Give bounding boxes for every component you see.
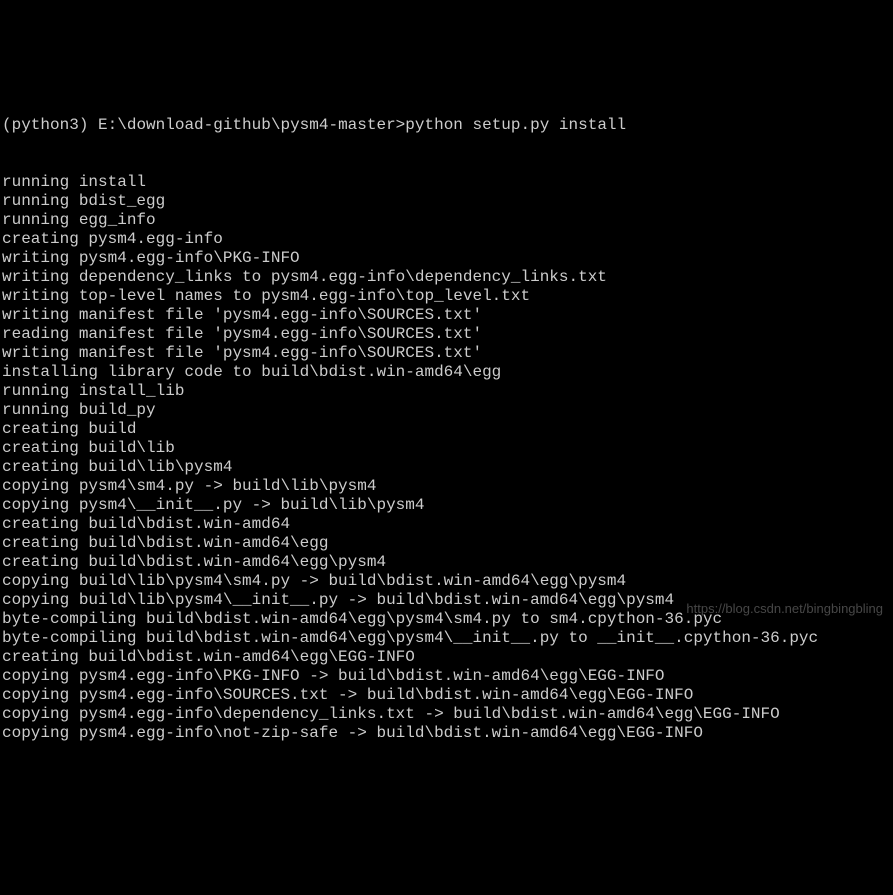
prompt-line: (python3) E:\download-github\pysm4-maste… — [2, 116, 893, 135]
output-line: writing manifest file 'pysm4.egg-info\SO… — [2, 306, 893, 325]
output-line: creating build\bdist.win-amd64 — [2, 515, 893, 534]
output-line: creating build\bdist.win-amd64\egg — [2, 534, 893, 553]
output-line: copying pysm4.egg-info\PKG-INFO -> build… — [2, 667, 893, 686]
output-lines-container: running installrunning bdist_eggrunning … — [2, 173, 893, 743]
output-line: running bdist_egg — [2, 192, 893, 211]
output-line: writing manifest file 'pysm4.egg-info\SO… — [2, 344, 893, 363]
output-line: creating pysm4.egg-info — [2, 230, 893, 249]
output-line: copying pysm4\__init__.py -> build\lib\p… — [2, 496, 893, 515]
output-line: reading manifest file 'pysm4.egg-info\SO… — [2, 325, 893, 344]
output-line: creating build\bdist.win-amd64\egg\EGG-I… — [2, 648, 893, 667]
prompt-path: E:\download-github\pysm4-master> — [98, 116, 405, 134]
watermark: https://blog.csdn.net/bingbingbling — [686, 599, 883, 618]
output-line: copying pysm4\sm4.py -> build\lib\pysm4 — [2, 477, 893, 496]
output-line: installing library code to build\bdist.w… — [2, 363, 893, 382]
output-line: copying pysm4.egg-info\not-zip-safe -> b… — [2, 724, 893, 743]
output-line: byte-compiling build\bdist.win-amd64\egg… — [2, 629, 893, 648]
output-line: writing top-level names to pysm4.egg-inf… — [2, 287, 893, 306]
output-line: running egg_info — [2, 211, 893, 230]
output-line: creating build\bdist.win-amd64\egg\pysm4 — [2, 553, 893, 572]
prompt-env: (python3) — [2, 116, 88, 134]
output-line: copying pysm4.egg-info\dependency_links.… — [2, 705, 893, 724]
terminal-output[interactable]: (python3) E:\download-github\pysm4-maste… — [0, 76, 893, 762]
output-line: running install_lib — [2, 382, 893, 401]
output-line: writing pysm4.egg-info\PKG-INFO — [2, 249, 893, 268]
output-line: creating build\lib\pysm4 — [2, 458, 893, 477]
output-line: creating build\lib — [2, 439, 893, 458]
command-text: python setup.py install — [405, 116, 626, 134]
output-line: creating build — [2, 420, 893, 439]
output-line: copying build\lib\pysm4\sm4.py -> build\… — [2, 572, 893, 591]
output-line: running install — [2, 173, 893, 192]
output-line: writing dependency_links to pysm4.egg-in… — [2, 268, 893, 287]
output-line: copying pysm4.egg-info\SOURCES.txt -> bu… — [2, 686, 893, 705]
output-line: running build_py — [2, 401, 893, 420]
